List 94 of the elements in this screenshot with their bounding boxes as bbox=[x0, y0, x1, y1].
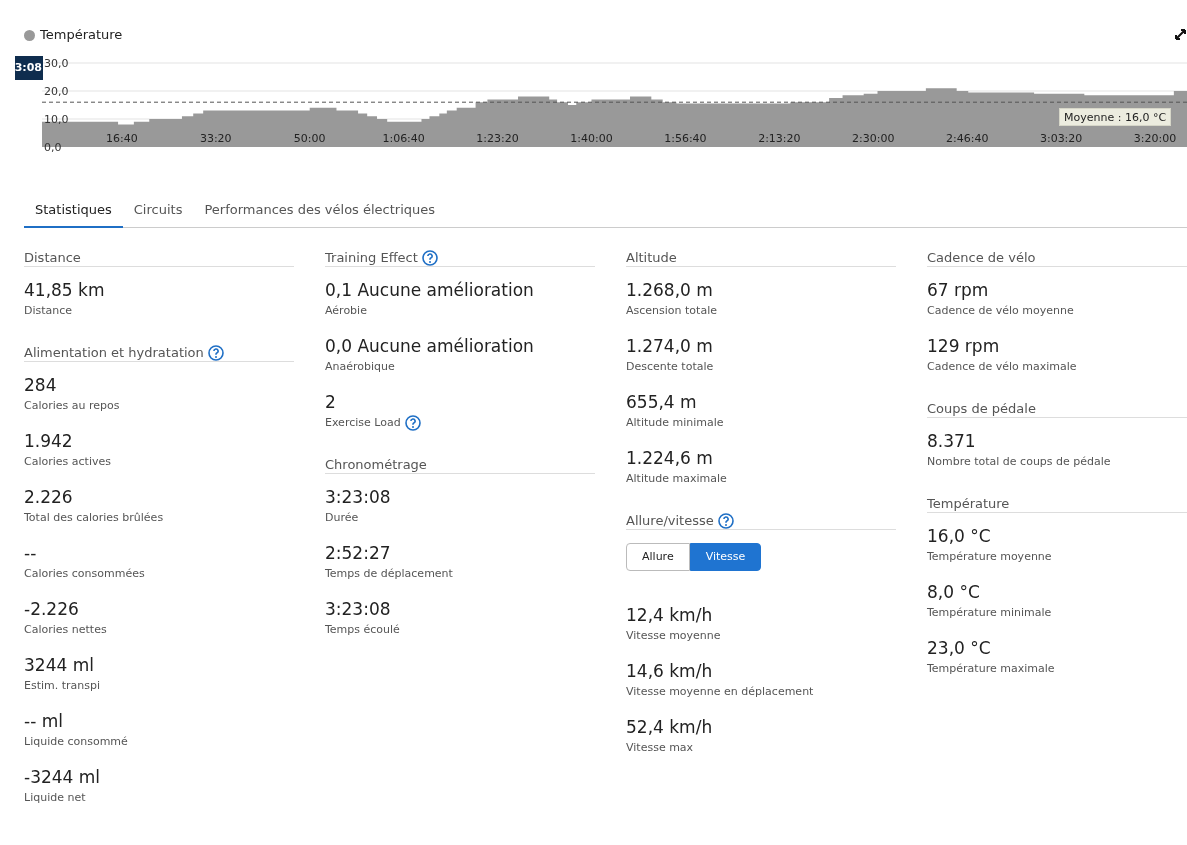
stat-value: -- ml bbox=[24, 710, 64, 733]
help-icon[interactable] bbox=[421, 249, 438, 266]
stat-value: 0,0 Aucune amélioration bbox=[325, 335, 535, 358]
x-axis-label: 50:00 bbox=[293, 132, 326, 145]
stat-label: Vitesse max bbox=[626, 740, 694, 756]
stat-label: Liquide consommé bbox=[24, 734, 128, 750]
stat-label: Liquide net bbox=[24, 790, 86, 806]
stat-label: Vitesse moyenne bbox=[626, 628, 721, 644]
stat-value: 3:23:08 bbox=[325, 598, 392, 621]
x-axis-label: 2:13:20 bbox=[758, 132, 801, 145]
section-title: Chronométrage bbox=[325, 455, 427, 474]
stat-value: 2 bbox=[325, 391, 337, 414]
x-axis-label: 2:46:40 bbox=[946, 132, 989, 145]
x-axis-label: 3:03:20 bbox=[1039, 132, 1083, 145]
stat-value: 2.226 bbox=[24, 486, 74, 509]
x-axis-label: 1:56:40 bbox=[664, 132, 707, 145]
stat-value: 655,4 m bbox=[626, 391, 698, 414]
stat-label: Descente totale bbox=[626, 359, 714, 375]
x-axis-label: 1:23:20 bbox=[476, 132, 519, 145]
section-title: Training Effect bbox=[325, 248, 418, 267]
help-icon[interactable] bbox=[207, 344, 224, 361]
stat-value: 2:52:27 bbox=[325, 542, 392, 565]
stat-value: 8,0 °C bbox=[927, 581, 981, 604]
stat-label: Altitude minimale bbox=[626, 415, 724, 431]
tab[interactable]: Performances des vélos électriques bbox=[193, 193, 447, 228]
stat-label: Estim. transpi bbox=[24, 678, 101, 694]
stat-value: 12,4 km/h bbox=[626, 604, 714, 627]
x-axis-label: 3:20:00 bbox=[1133, 132, 1177, 145]
stat-label: Altitude maximale bbox=[626, 471, 727, 487]
y-axis-label: 20,0 bbox=[44, 85, 69, 98]
stat-value: 1.268,0 m bbox=[626, 279, 714, 302]
stat-value: 3244 ml bbox=[24, 654, 95, 677]
stat-label: Temps écoulé bbox=[325, 622, 400, 638]
x-axis-label: 2:30:00 bbox=[852, 132, 895, 145]
toggle-option[interactable]: Vitesse bbox=[689, 543, 762, 571]
section-title: Température bbox=[927, 494, 1010, 513]
stat-value: 67 rpm bbox=[927, 279, 990, 302]
legend-label[interactable]: Température bbox=[40, 26, 123, 44]
cursor-time-label: 3:08 bbox=[15, 56, 43, 80]
x-axis-label: 16:40 bbox=[106, 132, 138, 145]
stat-label: Anaérobique bbox=[325, 359, 395, 375]
section-title: Allure/vitesse bbox=[626, 511, 714, 530]
stat-label: Aérobie bbox=[325, 303, 367, 319]
stat-value: 284 bbox=[24, 374, 58, 397]
help-icon[interactable] bbox=[717, 512, 734, 529]
stat-label: Calories nettes bbox=[24, 622, 107, 638]
stat-label: Durée bbox=[325, 510, 359, 526]
average-label: Moyenne : 16,0 °C bbox=[1059, 108, 1172, 126]
stat-label: Température maximale bbox=[927, 661, 1055, 677]
y-axis-label: 30,0 bbox=[44, 57, 69, 70]
tab[interactable]: Statistiques bbox=[24, 193, 123, 228]
stat-label: Ascension totale bbox=[626, 303, 717, 319]
section-title: Distance bbox=[24, 248, 81, 267]
stat-label: Calories consommées bbox=[24, 566, 145, 582]
stat-label: Total des calories brûlées bbox=[24, 510, 164, 526]
section-title: Cadence de vélo bbox=[927, 248, 1036, 267]
stat-label: Exercise Load bbox=[325, 415, 401, 431]
stat-label: Cadence de vélo moyenne bbox=[927, 303, 1074, 319]
stat-value: 1.224,6 m bbox=[626, 447, 714, 470]
x-axis-label: 1:06:40 bbox=[382, 132, 425, 145]
stat-value: 0,1 Aucune amélioration bbox=[325, 279, 535, 302]
stat-label: Température moyenne bbox=[927, 549, 1052, 565]
stat-value: 1.942 bbox=[24, 430, 74, 453]
stat-value: 14,6 km/h bbox=[626, 660, 714, 683]
stat-label: Calories au repos bbox=[24, 398, 120, 414]
stat-label: Température minimale bbox=[927, 605, 1052, 621]
stat-value: -3244 ml bbox=[24, 766, 102, 789]
stat-label: Calories actives bbox=[24, 454, 111, 470]
stat-label: Nombre total de coups de pédale bbox=[927, 454, 1111, 470]
stat-value: -- bbox=[24, 542, 38, 565]
stat-label: Temps de déplacement bbox=[325, 566, 453, 582]
stat-value: 16,0 °C bbox=[927, 525, 992, 548]
stat-value: 23,0 °C bbox=[927, 637, 992, 660]
stat-label: Vitesse moyenne en déplacement bbox=[626, 684, 814, 700]
section-title: Altitude bbox=[626, 248, 677, 267]
stat-value: 8.371 bbox=[927, 430, 977, 453]
expand-icon[interactable] bbox=[1175, 29, 1186, 40]
x-axis-label: 1:40:00 bbox=[570, 132, 613, 145]
stat-value: 52,4 km/h bbox=[626, 716, 714, 739]
tab[interactable]: Circuits bbox=[122, 193, 194, 228]
stat-value: 3:23:08 bbox=[325, 486, 392, 509]
stat-value: 129 rpm bbox=[927, 335, 1001, 358]
stat-value: 41,85 km bbox=[24, 279, 106, 302]
section-title: Alimentation et hydratation bbox=[24, 343, 204, 362]
stat-value: 1.274,0 m bbox=[626, 335, 714, 358]
y-axis-label: 10,0 bbox=[44, 113, 69, 126]
stat-label: Cadence de vélo maximale bbox=[927, 359, 1077, 375]
help-icon[interactable] bbox=[404, 415, 421, 431]
toggle-option[interactable]: Allure bbox=[626, 543, 690, 571]
stat-label: Distance bbox=[24, 303, 73, 319]
x-axis-label: 33:20 bbox=[199, 132, 232, 145]
y-axis-label: 0,0 bbox=[44, 141, 62, 154]
stat-value: -2.226 bbox=[24, 598, 80, 621]
section-title: Coups de pédale bbox=[927, 399, 1036, 418]
